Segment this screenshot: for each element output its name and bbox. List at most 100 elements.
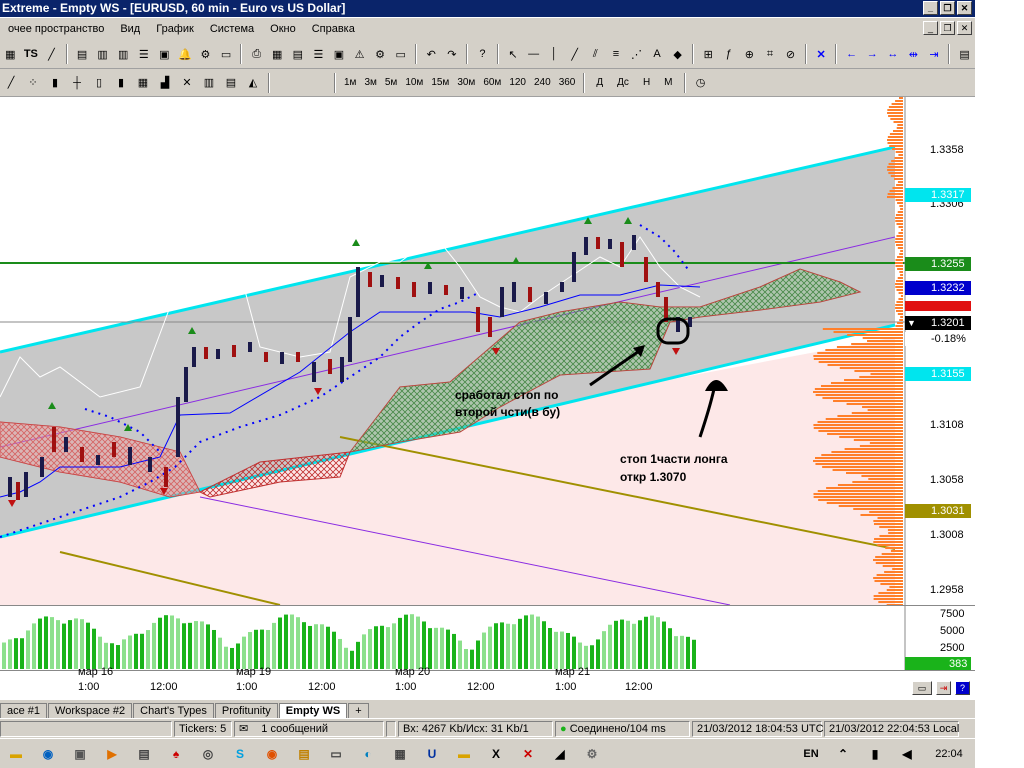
portfolio-icon[interactable]: ▣ [331,45,348,63]
zoom-icon[interactable]: ⊕ [741,45,758,63]
ts-button[interactable]: TS [23,45,40,63]
arrow-left-icon[interactable]: ← [843,45,860,63]
symbol-list-icon[interactable]: ☰ [310,45,327,63]
delete-x-icon[interactable]: ✕ [813,45,830,63]
bar-chart-icon[interactable]: ▮ [46,74,64,92]
fibonacci-icon[interactable]: ≡ [608,45,625,63]
period-day-session[interactable]: Дс [610,77,636,88]
calendar-icon[interactable]: ▦ [390,744,410,764]
terminal-icon[interactable]: ▭ [326,744,346,764]
timeframe-60m[interactable]: 60м [479,77,505,88]
status-messages[interactable]: ✉ 1 сообщений [234,720,384,737]
poker-icon[interactable]: ♠ [166,744,186,764]
timeframe-240[interactable]: 240 [530,77,555,88]
network-icon[interactable]: ▮ [865,744,885,764]
shape-icon[interactable]: ◆ [669,45,686,63]
warning-icon[interactable]: ⚠ [351,45,368,63]
volume-icon[interactable]: ◀ [897,744,917,764]
area-chart-icon[interactable]: ◭ [244,74,262,92]
mdi-minimize-button[interactable]: _ [923,21,938,35]
media-player-icon[interactable]: ▶ [102,744,122,764]
firefox-icon[interactable]: ◉ [262,744,282,764]
ohlc-chart-icon[interactable]: ┼ [68,74,86,92]
folder-icon[interactable]: ▭ [218,45,235,63]
timeframe-15m[interactable]: 15м [427,77,453,88]
arrow-right-icon[interactable]: → [864,45,881,63]
horizontal-line-icon[interactable]: — [525,45,542,63]
chart-help-button[interactable]: ? [955,681,970,695]
x-trader-icon[interactable]: X [486,744,506,764]
scroll-end-button[interactable]: ⇥ [936,681,951,695]
point-figure-icon[interactable]: ✕ [178,74,196,92]
menu-help[interactable]: Справка [304,23,363,35]
timeframe-10m[interactable]: 10м [401,77,427,88]
list-icon[interactable]: ☰ [135,45,152,63]
trading-app-icon[interactable]: U [422,744,442,764]
clock-icon[interactable]: ◷ [692,74,710,92]
tool-icon[interactable]: ⚙ [197,45,214,63]
add-indicator-icon[interactable]: ⊞ [700,45,717,63]
alert-bell-icon[interactable]: 🔔 [177,45,194,63]
fit-icon[interactable]: ⇥ [926,45,943,63]
grid-icon[interactable]: ▦ [2,45,19,63]
tab-workspace-2[interactable]: Workspace #2 [48,703,133,718]
view-icon[interactable]: ▥ [94,45,111,63]
period-month[interactable]: М [657,77,679,88]
volume-chart-icon[interactable]: ▤ [222,74,240,92]
notes-icon[interactable]: ▤ [294,744,314,764]
undo-icon[interactable]: ↶ [423,45,440,63]
timeframe-5m[interactable]: 5м [381,77,401,88]
settings-app-icon[interactable]: ⚙ [582,744,602,764]
menu-view[interactable]: Вид [112,23,148,35]
timeframe-30m[interactable]: 30м [453,77,479,88]
x-red-icon[interactable]: ✕ [518,744,538,764]
tray-arrow-icon[interactable]: ⌃ [833,744,853,764]
timeframe-1m[interactable]: 1м [340,77,360,88]
compress-icon[interactable]: ⇹ [905,45,922,63]
expand-icon[interactable]: ↔ [885,45,902,63]
table-icon[interactable]: ▦ [269,45,286,63]
chat-icon[interactable]: ◐ [358,744,378,764]
redo-icon[interactable]: ↷ [444,45,461,63]
candle-chart-icon[interactable]: ▯ [90,74,108,92]
folder-icon[interactable]: ▬ [6,744,26,764]
data-window-icon[interactable]: ▤ [290,45,307,63]
briefcase-icon[interactable]: ▣ [156,45,173,63]
fps-icon[interactable]: ▤ [956,45,973,63]
tab-empty-ws[interactable]: Empty WS [278,703,348,718]
archive-icon[interactable]: ▤ [134,744,154,764]
timeframe-120[interactable]: 120 [505,77,530,88]
chart-app-icon[interactable]: ◢ [550,744,570,764]
tab-charts-types[interactable]: Chart's Types [133,703,214,718]
printer-icon[interactable]: ⎙ [248,45,265,63]
timeframe-3m[interactable]: 3м [360,77,380,88]
settings-icon[interactable]: ⚙ [372,45,389,63]
menu-window[interactable]: Окно [262,23,304,35]
chart-icon[interactable]: ▥ [115,45,132,63]
browser-icon[interactable]: ◉ [38,744,58,764]
renko-icon[interactable]: ▦ [134,74,152,92]
menu-workspace[interactable]: очее пространство [0,23,112,35]
trendline-icon[interactable]: ╱ [566,45,583,63]
menu-system[interactable]: Система [202,23,262,35]
text-tool-icon[interactable]: A [649,45,666,63]
no-entry-icon[interactable]: ⊘ [782,45,799,63]
help-icon[interactable]: ? [474,45,491,63]
timeframe-360[interactable]: 360 [555,77,580,88]
tab-workspace-1[interactable]: ace #1 [0,703,48,718]
dot-chart-icon[interactable]: ⁘ [24,74,42,92]
files-icon[interactable]: ▬ [454,744,474,764]
volume-pane[interactable]: 7500 5000 2500 383 [0,605,975,671]
wand-icon[interactable]: ╱ [43,45,60,63]
document-icon[interactable]: ▤ [74,45,91,63]
line-chart-icon[interactable]: ╱ [2,74,20,92]
menu-chart[interactable]: График [148,23,202,35]
skype-icon[interactable]: S [230,744,250,764]
price-chart[interactable]: сработал стоп по второй чсти(в бу) стоп … [0,97,975,605]
cursor-icon[interactable]: ↖ [505,45,522,63]
crop-icon[interactable]: ⌗ [762,45,779,63]
cd-icon[interactable]: ◎ [198,744,218,764]
kagi-icon[interactable]: ▟ [156,74,174,92]
terminal-icon[interactable]: ▭ [392,45,409,63]
fan-icon[interactable]: ⋰ [628,45,645,63]
